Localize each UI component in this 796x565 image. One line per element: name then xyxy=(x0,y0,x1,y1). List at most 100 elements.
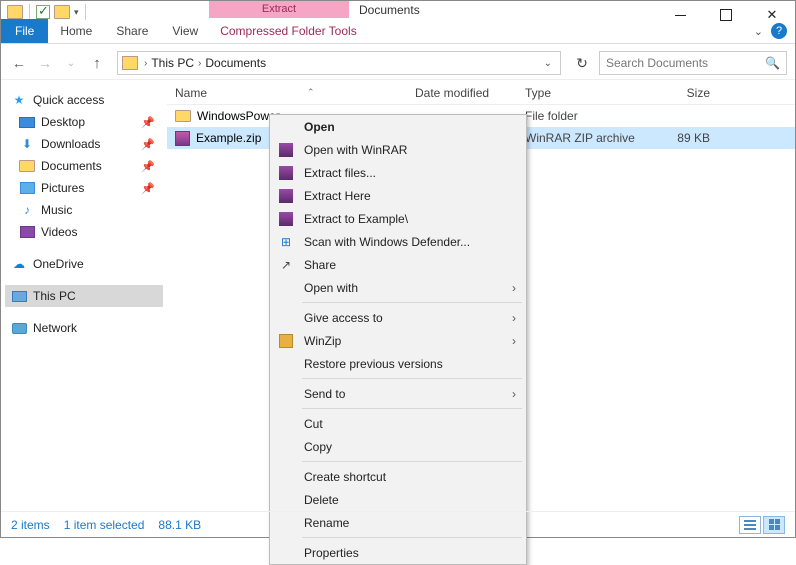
status-item-count: 2 items xyxy=(11,518,50,532)
refresh-button[interactable]: ↻ xyxy=(571,52,593,74)
sidebar-label: Videos xyxy=(41,225,77,239)
details-view-button[interactable] xyxy=(739,516,761,534)
defender-shield-icon: ⊞ xyxy=(278,234,294,250)
home-tab[interactable]: Home xyxy=(48,19,104,43)
pin-icon: 📌 xyxy=(141,138,155,151)
share-tab[interactable]: Share xyxy=(104,19,160,43)
search-input[interactable]: Search Documents 🔍 xyxy=(599,51,787,75)
onedrive-icon: ☁ xyxy=(11,256,27,272)
sidebar-item-desktop[interactable]: Desktop 📌 xyxy=(5,111,163,133)
menu-item-open-with[interactable]: Open with› xyxy=(270,276,526,299)
crumb-this-pc[interactable]: This PC xyxy=(149,56,196,70)
winrar-icon xyxy=(279,143,293,157)
file-tab[interactable]: File xyxy=(1,19,48,43)
folder-icon[interactable] xyxy=(7,5,23,19)
menu-item-create-shortcut[interactable]: Create shortcut xyxy=(270,465,526,488)
compressed-folder-tools-tab[interactable]: Compressed Folder Tools xyxy=(210,19,367,43)
sidebar-item-network[interactable]: Network xyxy=(5,317,163,339)
menu-separator xyxy=(302,408,522,409)
view-tab[interactable]: View xyxy=(160,19,210,43)
column-header-size[interactable]: Size xyxy=(640,86,720,100)
folder-icon xyxy=(175,110,191,122)
submenu-arrow-icon: › xyxy=(512,387,516,401)
status-size: 88.1 KB xyxy=(158,518,201,532)
star-icon: ★ xyxy=(11,92,27,108)
recent-dropdown-icon[interactable]: ⌄ xyxy=(61,53,81,73)
ribbon-border xyxy=(1,43,795,44)
videos-icon xyxy=(20,226,35,238)
menu-item-give-access[interactable]: Give access to› xyxy=(270,306,526,329)
sidebar-label: Quick access xyxy=(33,93,104,107)
menu-item-open[interactable]: Open xyxy=(270,115,526,138)
network-icon xyxy=(12,323,27,334)
menu-item-open-winrar[interactable]: Open with WinRAR xyxy=(270,138,526,161)
back-button[interactable]: ← xyxy=(9,53,29,73)
thumbnails-view-button[interactable] xyxy=(763,516,785,534)
menu-item-delete[interactable]: Delete xyxy=(270,488,526,511)
menu-item-share[interactable]: ↗Share xyxy=(270,253,526,276)
navigation-bar: ← → ⌄ ↑ › This PC › Documents ⌄ ↻ Search… xyxy=(1,49,795,77)
navigation-pane: ★Quick access Desktop📌 ⬇Downloads📌 Docum… xyxy=(1,81,167,511)
address-folder-icon xyxy=(122,56,138,70)
file-name: WindowsPower xyxy=(197,109,280,123)
sidebar-item-pictures[interactable]: Pictures📌 xyxy=(5,177,163,199)
sidebar-label: Desktop xyxy=(41,115,85,129)
search-placeholder: Search Documents xyxy=(606,56,708,70)
up-button[interactable]: ↑ xyxy=(87,53,107,73)
menu-item-properties[interactable]: Properties xyxy=(270,541,526,564)
properties-qat-icon[interactable] xyxy=(36,5,50,19)
menu-item-send-to[interactable]: Send to› xyxy=(270,382,526,405)
menu-item-extract-to[interactable]: Extract to Example\ xyxy=(270,207,526,230)
winrar-icon xyxy=(279,166,293,180)
file-type: WinRAR ZIP archive xyxy=(525,131,640,145)
share-icon: ↗ xyxy=(278,257,294,273)
sidebar-item-music[interactable]: ♪Music xyxy=(5,199,163,221)
ribbon-collapse-icon[interactable]: ⌄ xyxy=(754,25,763,38)
sidebar-item-onedrive[interactable]: ☁ OneDrive xyxy=(5,253,163,275)
winrar-icon xyxy=(279,189,293,203)
menu-item-winzip[interactable]: WinZip› xyxy=(270,329,526,352)
zip-archive-icon xyxy=(175,131,190,146)
desktop-icon xyxy=(19,117,35,128)
menu-item-copy[interactable]: Copy xyxy=(270,435,526,458)
menu-item-cut[interactable]: Cut xyxy=(270,412,526,435)
sidebar-item-documents[interactable]: Documents📌 xyxy=(5,155,163,177)
submenu-arrow-icon: › xyxy=(512,311,516,325)
column-header-name[interactable]: Name⌃ xyxy=(167,86,415,100)
sidebar-label: OneDrive xyxy=(33,257,84,271)
menu-separator xyxy=(302,378,522,379)
pin-icon: 📌 xyxy=(141,116,155,129)
window-title: Documents xyxy=(359,3,420,17)
submenu-arrow-icon: › xyxy=(512,281,516,295)
menu-item-restore-versions[interactable]: Restore previous versions xyxy=(270,352,526,375)
context-menu: Open Open with WinRAR Extract files... E… xyxy=(269,114,527,565)
documents-icon xyxy=(19,160,35,172)
sidebar-item-videos[interactable]: Videos xyxy=(5,221,163,243)
menu-item-extract-here[interactable]: Extract Here xyxy=(270,184,526,207)
address-dropdown-icon[interactable]: ⌄ xyxy=(540,58,556,69)
crumb-documents[interactable]: Documents xyxy=(203,56,268,70)
address-bar[interactable]: › This PC › Documents ⌄ xyxy=(117,51,561,75)
new-folder-qat-icon[interactable] xyxy=(54,5,70,19)
help-icon[interactable]: ? xyxy=(771,23,787,39)
sidebar-label: Music xyxy=(41,203,72,217)
sidebar-label: Network xyxy=(33,321,77,335)
pictures-icon xyxy=(20,182,35,194)
sidebar-item-this-pc[interactable]: This PC xyxy=(5,285,163,307)
column-header-date[interactable]: Date modified xyxy=(415,86,525,100)
sidebar-label: Downloads xyxy=(41,137,100,151)
crumb-sep-icon[interactable]: › xyxy=(142,58,149,69)
this-pc-icon xyxy=(12,291,27,302)
crumb-sep-icon[interactable]: › xyxy=(196,58,203,69)
view-mode-buttons xyxy=(739,516,785,534)
column-header-type[interactable]: Type xyxy=(525,86,640,100)
menu-item-extract-files[interactable]: Extract files... xyxy=(270,161,526,184)
pin-icon: 📌 xyxy=(141,182,155,195)
menu-item-scan-defender[interactable]: ⊞Scan with Windows Defender... xyxy=(270,230,526,253)
sidebar-item-quick-access[interactable]: ★ Quick access xyxy=(5,89,163,111)
qat-dropdown-icon[interactable]: ▾ xyxy=(74,7,79,18)
sidebar-item-downloads[interactable]: ⬇Downloads📌 xyxy=(5,133,163,155)
ribbon-tabs: File Home Share View Compressed Folder T… xyxy=(1,19,795,43)
forward-button[interactable]: → xyxy=(35,53,55,73)
pin-icon: 📌 xyxy=(141,160,155,173)
